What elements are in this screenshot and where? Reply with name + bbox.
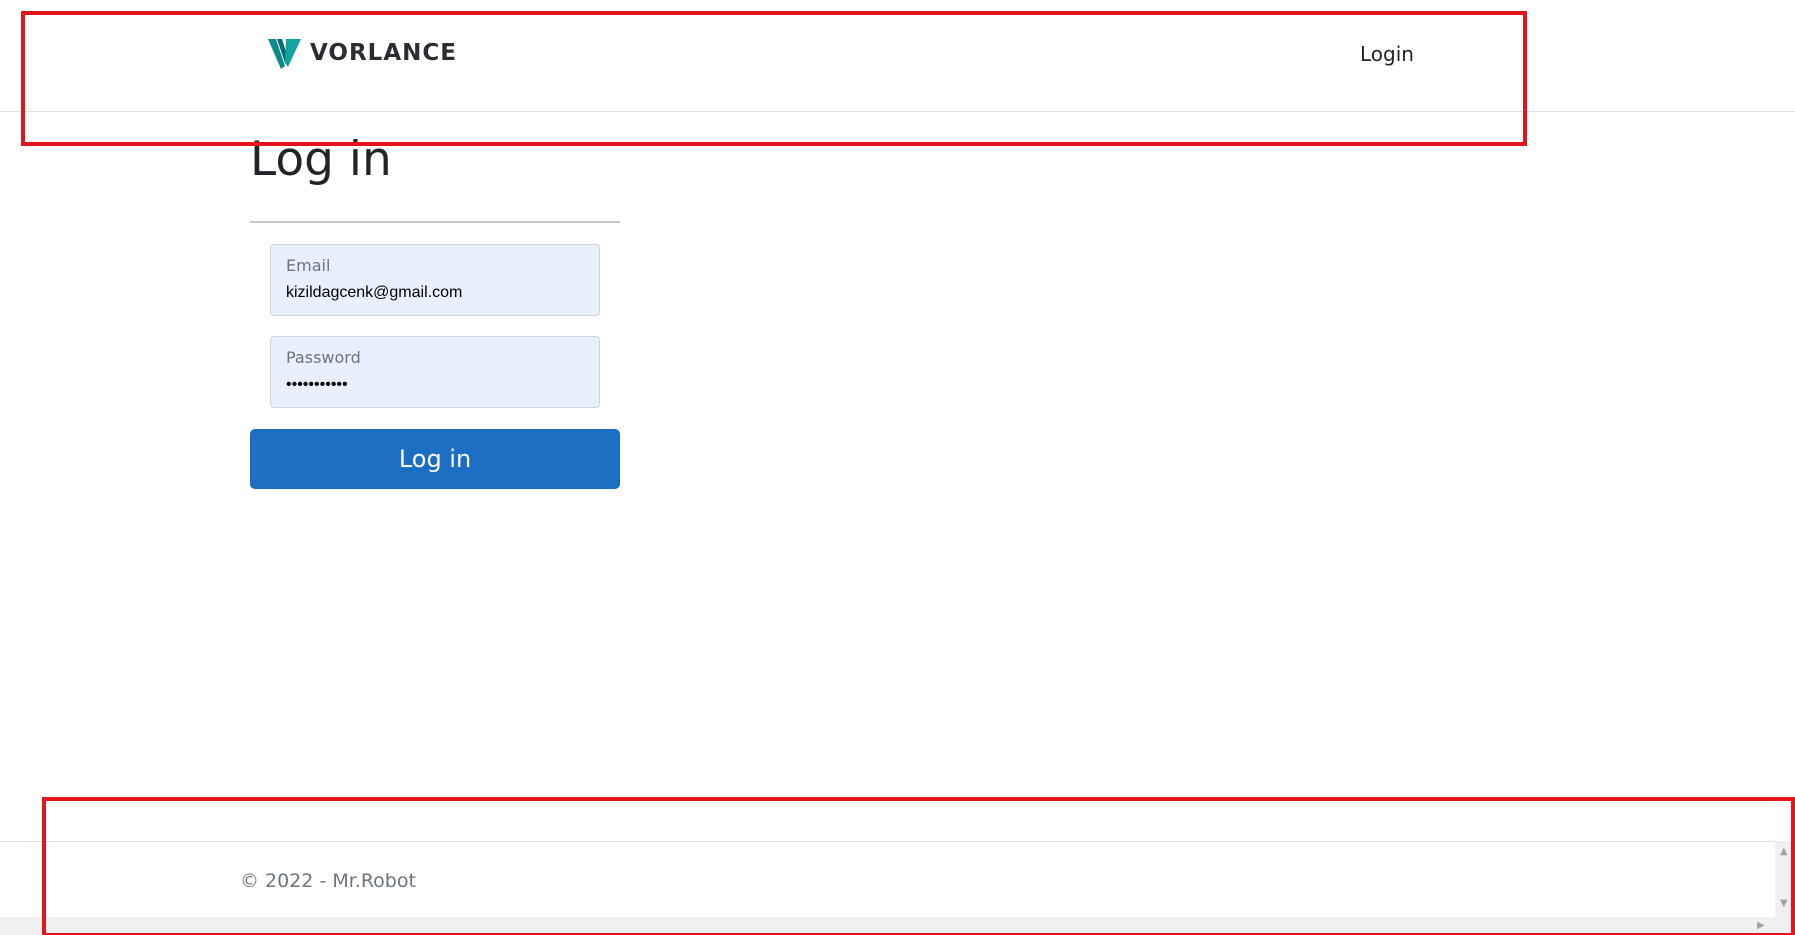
password-label: Password xyxy=(286,348,361,367)
arrow-up-icon[interactable]: ▲ xyxy=(1780,847,1788,857)
title-divider xyxy=(250,221,620,223)
email-input[interactable] xyxy=(286,281,586,305)
vorlance-logo-icon xyxy=(268,39,301,69)
password-input[interactable] xyxy=(286,373,586,397)
password-field[interactable]: Password xyxy=(270,336,600,408)
page: VORLANCE Login Log in Email Password Log… xyxy=(0,0,1795,935)
brand-name: VORLANCE xyxy=(310,40,457,66)
vertical-scrollbar[interactable]: ▲ ▼ xyxy=(1775,841,1795,935)
email-label: Email xyxy=(286,256,331,275)
page-title: Log in xyxy=(250,132,392,187)
login-submit-button[interactable]: Log in xyxy=(250,429,620,489)
footer-copyright: © 2022 - Mr.Robot xyxy=(240,870,416,892)
footer: © 2022 - Mr.Robot xyxy=(0,841,1775,918)
brand-link[interactable]: VORLANCE xyxy=(268,36,457,70)
horizontal-scrollbar[interactable]: ▶ xyxy=(0,917,1775,935)
email-field[interactable]: Email xyxy=(270,244,600,316)
nav-login-link[interactable]: Login xyxy=(1360,42,1414,66)
navbar: VORLANCE Login xyxy=(0,0,1795,112)
arrow-right-icon[interactable]: ▶ xyxy=(1757,921,1765,931)
arrow-down-icon[interactable]: ▼ xyxy=(1780,899,1788,909)
